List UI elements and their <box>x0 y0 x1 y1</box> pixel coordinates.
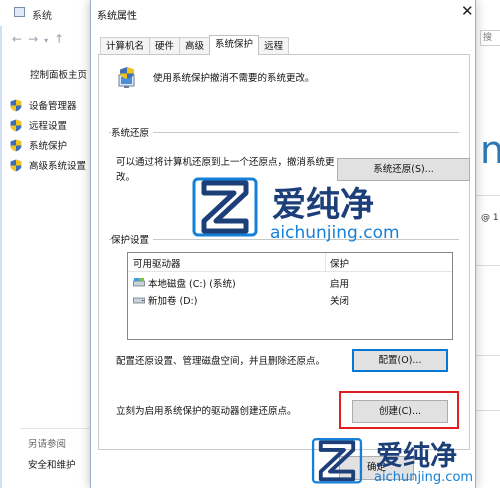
sidebar-item-label: 系统保护 <box>29 141 68 152</box>
nav-buttons: ←→▾↑ <box>12 32 70 46</box>
restore-group-label: 系统还原 <box>111 125 154 139</box>
see-also-heading: 另请参阅 <box>28 439 67 450</box>
divider <box>476 410 500 411</box>
control-panel-home-link[interactable]: 控制面板主页 <box>30 67 87 81</box>
tab-computer-name[interactable]: 计算机名 <box>100 37 151 55</box>
sidebar-item-advanced-settings[interactable]: 高级系统设置 <box>10 155 86 175</box>
intro-text: 使用系统保护撤消不需要的系统更改。 <box>153 73 315 84</box>
divider <box>476 195 500 196</box>
protection-status: 启用 <box>330 279 350 290</box>
column-header-protection[interactable]: 保护 <box>330 256 349 270</box>
shield-icon <box>10 119 22 132</box>
divider <box>476 265 500 266</box>
configure-description: 配置还原设置、管理磁盘空间，并且删除还原点。 <box>116 356 326 367</box>
table-row[interactable]: 新加卷 (D:) 关闭 <box>128 291 452 307</box>
sidebar-links: 设备管理器 远程设置 系统保护 高级系统设置 <box>10 95 86 175</box>
windows-brand-glyph: n <box>480 128 500 172</box>
drive-name: 本地磁盘 (C:) (系统) <box>148 279 236 290</box>
forward-arrow-icon[interactable]: → <box>28 32 44 46</box>
security-maintenance-link[interactable]: 安全和维护 <box>28 457 76 471</box>
tab-advanced[interactable]: 高级 <box>179 37 211 55</box>
up-arrow-icon[interactable]: ↑ <box>54 32 70 46</box>
shield-icon <box>10 159 22 172</box>
watermark-brand-name: 爱纯净 <box>272 185 374 225</box>
configure-button[interactable]: 配置(O)... <box>352 349 448 372</box>
sidebar-item-label: 设备管理器 <box>29 101 77 112</box>
tab-remote[interactable]: 远程 <box>258 37 290 55</box>
watermark-url: aichunjing.com <box>270 223 400 243</box>
watermark-corner: 爱纯净 aichunjing.com <box>310 432 500 488</box>
window-edge <box>0 0 2 488</box>
tab-bar: 计算机名 硬件 高级 系统保护 远程 <box>100 35 290 55</box>
column-header-drives[interactable]: 可用驱动器 <box>133 256 181 270</box>
close-icon[interactable]: ✕ <box>461 3 474 19</box>
sidebar-item-remote-settings[interactable]: 远程设置 <box>10 115 86 135</box>
search-box[interactable]: 搜 <box>480 30 500 46</box>
chevron-down-icon[interactable]: ▾ <box>44 36 54 45</box>
create-description: 立刻为启用系统保护的驱动器创建还原点。 <box>116 406 297 417</box>
search-box-hint: 搜 <box>483 33 493 43</box>
system-protection-icon <box>116 66 138 90</box>
watermark-logo-icon <box>192 177 258 237</box>
tab-hardware[interactable]: 硬件 <box>149 37 181 55</box>
drive-list[interactable]: 可用驱动器 保护 本地磁盘 (C:) (系统) 启用 新加卷 (D:) 关闭 <box>127 252 453 340</box>
sidebar-item-system-protection[interactable]: 系统保护 <box>10 135 86 155</box>
version-text: @ 1 <box>481 213 499 223</box>
protection-group-label: 保护设置 <box>111 232 154 246</box>
table-row[interactable]: 本地磁盘 (C:) (系统) 启用 <box>128 274 452 290</box>
highlight-box <box>339 391 459 429</box>
drive-list-header: 可用驱动器 保护 <box>128 253 452 272</box>
sidebar-item-device-manager[interactable]: 设备管理器 <box>10 95 86 115</box>
shield-icon <box>10 139 22 152</box>
sidebar-item-label: 高级系统设置 <box>29 161 87 172</box>
shield-icon <box>10 99 22 112</box>
sidebar-item-label: 远程设置 <box>29 121 68 132</box>
sidebar-divider <box>20 428 90 429</box>
group-divider <box>109 132 459 133</box>
watermark-logo-icon <box>311 438 363 484</box>
back-arrow-icon[interactable]: ← <box>12 32 28 46</box>
system-window-icon <box>14 7 25 17</box>
drive-name: 新加卷 (D:) <box>148 296 198 307</box>
watermark-url: aichunjing.com <box>374 470 474 485</box>
tab-system-protection[interactable]: 系统保护 <box>209 35 260 55</box>
dialog-title: 系统属性 <box>97 11 137 22</box>
divider <box>476 355 500 356</box>
column-separator[interactable] <box>325 253 326 271</box>
control-panel-title: 系统 <box>32 11 52 22</box>
drive-icon <box>133 295 145 304</box>
protection-status: 关闭 <box>330 296 350 307</box>
system-drive-icon <box>133 278 145 287</box>
watermark-brand-name: 爱纯净 <box>376 441 457 472</box>
watermark-center: 爱纯净 aichunjing.com <box>190 175 420 250</box>
